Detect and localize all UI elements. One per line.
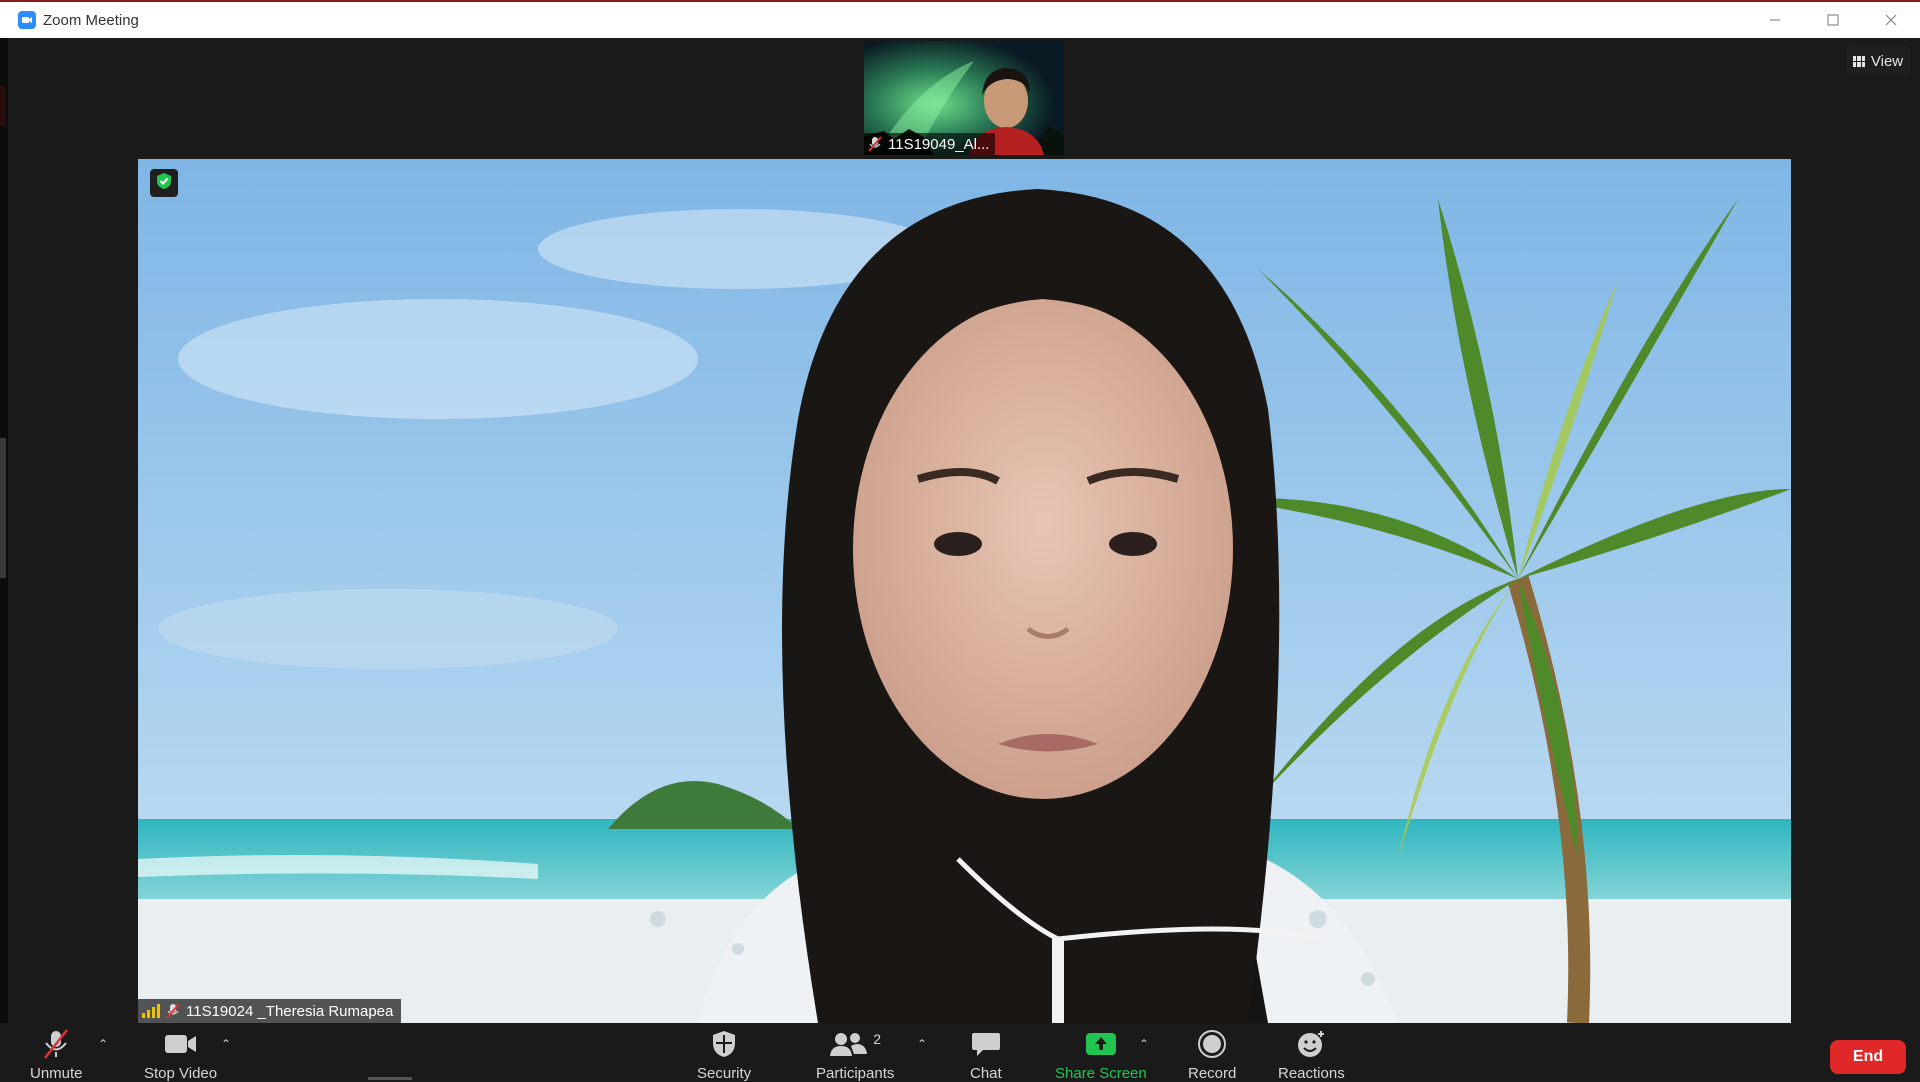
thumbnail-name: 11S19049_Al... (888, 135, 990, 153)
security-label: Security (697, 1065, 752, 1082)
chat-label: Chat (970, 1065, 1002, 1082)
stop-video-button[interactable]: Stop Video (144, 1027, 217, 1082)
video-frame (138, 159, 1791, 1023)
grid-icon (1852, 55, 1865, 67)
reactions-label: Reactions (1278, 1065, 1345, 1082)
record-label: Record (1188, 1065, 1237, 1082)
mic-off-icon (40, 1027, 72, 1061)
share-screen-label: Share Screen (1055, 1065, 1147, 1082)
share-options-caret-icon[interactable]: ⌃ (1139, 1037, 1149, 1051)
speaker-name: 11S19024 _Theresia Rumapea (186, 1002, 394, 1020)
shield-check-icon (155, 172, 173, 195)
video-camera-icon (164, 1027, 198, 1061)
meeting-toolbar: Unmute ⌃ Stop Video ⌃ Security 2 Partici… (0, 1023, 1920, 1082)
participant-thumbnail[interactable]: 11S19049_Al... (864, 41, 1064, 155)
close-button[interactable] (1862, 2, 1920, 38)
participants-options-caret-icon[interactable]: ⌃ (917, 1037, 927, 1051)
minimize-button[interactable] (1746, 2, 1804, 38)
chat-button[interactable]: Chat (970, 1027, 1002, 1082)
unmute-button[interactable]: Unmute (30, 1027, 83, 1082)
window-left-edge (0, 38, 8, 1080)
mic-muted-icon (868, 136, 882, 152)
reactions-button[interactable]: Reactions (1278, 1027, 1345, 1082)
security-shield-icon (710, 1027, 738, 1061)
participants-label: Participants (816, 1065, 895, 1082)
participants-button[interactable]: 2 Participants (816, 1027, 894, 1082)
end-meeting-button[interactable]: End (1830, 1040, 1906, 1074)
active-speaker-video[interactable]: 11S19024 _Theresia Rumapea (138, 159, 1791, 1023)
speaker-name-tag: 11S19024 _Theresia Rumapea (138, 999, 402, 1023)
record-icon (1197, 1027, 1227, 1061)
video-options-caret-icon[interactable]: ⌃ (221, 1037, 231, 1051)
maximize-button[interactable] (1804, 2, 1862, 38)
title-bar: Zoom Meeting (0, 0, 1920, 38)
window-title: Zoom Meeting (43, 11, 139, 29)
participants-count: 2 (873, 1031, 882, 1047)
record-button[interactable]: Record (1188, 1027, 1236, 1082)
stop-video-label: Stop Video (144, 1065, 218, 1082)
encryption-badge[interactable] (150, 169, 178, 197)
share-screen-icon (1085, 1027, 1117, 1061)
mic-muted-icon (166, 1003, 180, 1019)
view-label: View (1870, 52, 1904, 70)
thumbnail-name-tag: 11S19049_Al... (864, 133, 996, 155)
audio-options-caret-icon[interactable]: ⌃ (98, 1037, 108, 1051)
unmute-label: Unmute (30, 1065, 83, 1082)
security-button[interactable]: Security (697, 1027, 751, 1082)
chat-bubble-icon (971, 1027, 1001, 1061)
share-screen-button[interactable]: Share Screen (1055, 1027, 1147, 1082)
zoom-camera-icon (18, 11, 36, 29)
view-button[interactable]: View (1846, 46, 1910, 76)
reactions-smiley-icon (1296, 1027, 1326, 1061)
participants-icon: 2 (829, 1027, 881, 1061)
connection-signal-icon (142, 1004, 160, 1018)
